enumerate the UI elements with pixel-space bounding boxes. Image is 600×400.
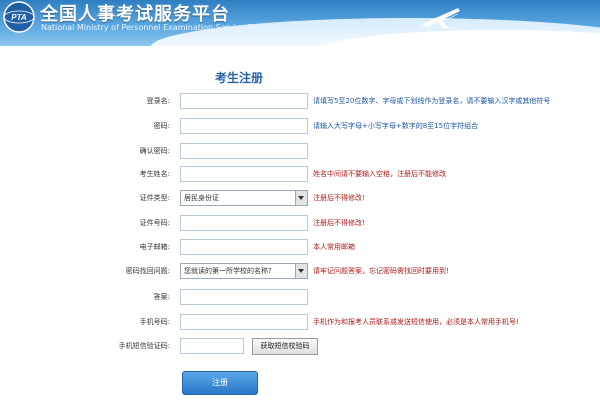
security-question-value: 您就读的第一所学校的名称? <box>184 267 272 275</box>
password-label: 密码: <box>153 122 170 130</box>
row-candidate-name: 考生姓名: 姓名中间请不要输入空格，注册后不能修改 <box>0 166 600 186</box>
id-type-value: 居民身份证 <box>184 194 219 202</box>
security-question-hint: 请牢记问题答案，忘记密码需找回时要用到! <box>313 267 449 275</box>
row-id-type: 证件类型: 居民身份证 注册后不得修改! <box>0 190 600 210</box>
row-sms-code: 手机短信验证码: 获取短信校验码 <box>0 338 600 358</box>
login-name-hint: 请填写5至20位数字、字母或下划线作为登录名，请不要输入汉字或其他符号 <box>313 97 551 105</box>
register-button[interactable]: 注册 <box>182 371 258 395</box>
mobile-input[interactable] <box>180 314 308 330</box>
email-hint: 本人常用邮箱 <box>313 243 355 251</box>
email-label: 电子邮箱: <box>139 243 170 251</box>
row-id-number: 证件号码: 注册后不得修改! <box>0 215 600 235</box>
password-input[interactable] <box>180 118 308 134</box>
confirm-password-input[interactable] <box>180 143 308 159</box>
sms-code-label: 手机短信验证码: <box>118 342 170 350</box>
email-input[interactable] <box>180 239 308 255</box>
row-email: 电子邮箱: 本人常用邮箱 <box>0 239 600 259</box>
site-header: PTA 全国人事考试服务平台 National Ministry of Pers… <box>0 0 600 46</box>
pta-logo-icon: PTA <box>3 1 35 33</box>
row-confirm-password: 确认密码: <box>0 143 600 163</box>
answer-label: 答案: <box>153 293 170 301</box>
mobile-hint: 手机作为和报考人员联系或发送短信使用，必须是本人常用手机号! <box>313 318 519 326</box>
row-mobile: 手机号码: 手机作为和报考人员联系或发送短信使用，必须是本人常用手机号! <box>0 314 600 334</box>
id-type-hint: 注册后不得修改! <box>313 194 365 202</box>
sms-code-input[interactable] <box>180 338 244 354</box>
get-sms-code-button[interactable]: 获取短信校验码 <box>252 338 318 355</box>
row-password: 密码: 请输入大写字母+小写字母+数字的8至15位字符组合 <box>0 118 600 138</box>
id-type-label: 证件类型: <box>139 194 170 202</box>
answer-input[interactable] <box>180 289 308 305</box>
login-name-input[interactable] <box>180 93 308 109</box>
id-number-hint: 注册后不得修改! <box>313 219 365 227</box>
chevron-down-icon[interactable] <box>295 191 307 205</box>
password-hint: 请输入大写字母+小写字母+数字的8至15位字符组合 <box>313 122 479 130</box>
candidate-name-label: 考生姓名: <box>139 170 170 178</box>
security-question-select[interactable]: 您就读的第一所学校的名称? <box>180 263 308 279</box>
confirm-password-label: 确认密码: <box>139 147 170 155</box>
form-title: 考生注册 <box>215 71 264 85</box>
chevron-down-icon[interactable] <box>295 264 307 278</box>
airplane-icon <box>419 8 460 29</box>
id-number-label: 证件号码: <box>139 219 170 227</box>
row-answer: 答案: <box>0 289 600 309</box>
mobile-label: 手机号码: <box>139 318 170 326</box>
row-security-question: 密码找回问题: 您就读的第一所学校的名称? 请牢记问题答案，忘记密码需找回时要用… <box>0 263 600 283</box>
site-subtitle: National Ministry of Personnel Examinati… <box>41 23 282 32</box>
security-question-label: 密码找回问题: <box>125 267 170 275</box>
candidate-name-input[interactable] <box>180 166 308 182</box>
login-name-label: 登录名: <box>146 97 170 105</box>
svg-text:PTA: PTA <box>11 13 27 22</box>
candidate-name-hint: 姓名中间请不要输入空格，注册后不能修改 <box>313 170 446 178</box>
id-type-select[interactable]: 居民身份证 <box>180 190 308 206</box>
row-login-name: 登录名: 请填写5至20位数字、字母或下划线作为登录名，请不要输入汉字或其他符号 <box>0 93 600 113</box>
id-number-input[interactable] <box>180 215 308 231</box>
